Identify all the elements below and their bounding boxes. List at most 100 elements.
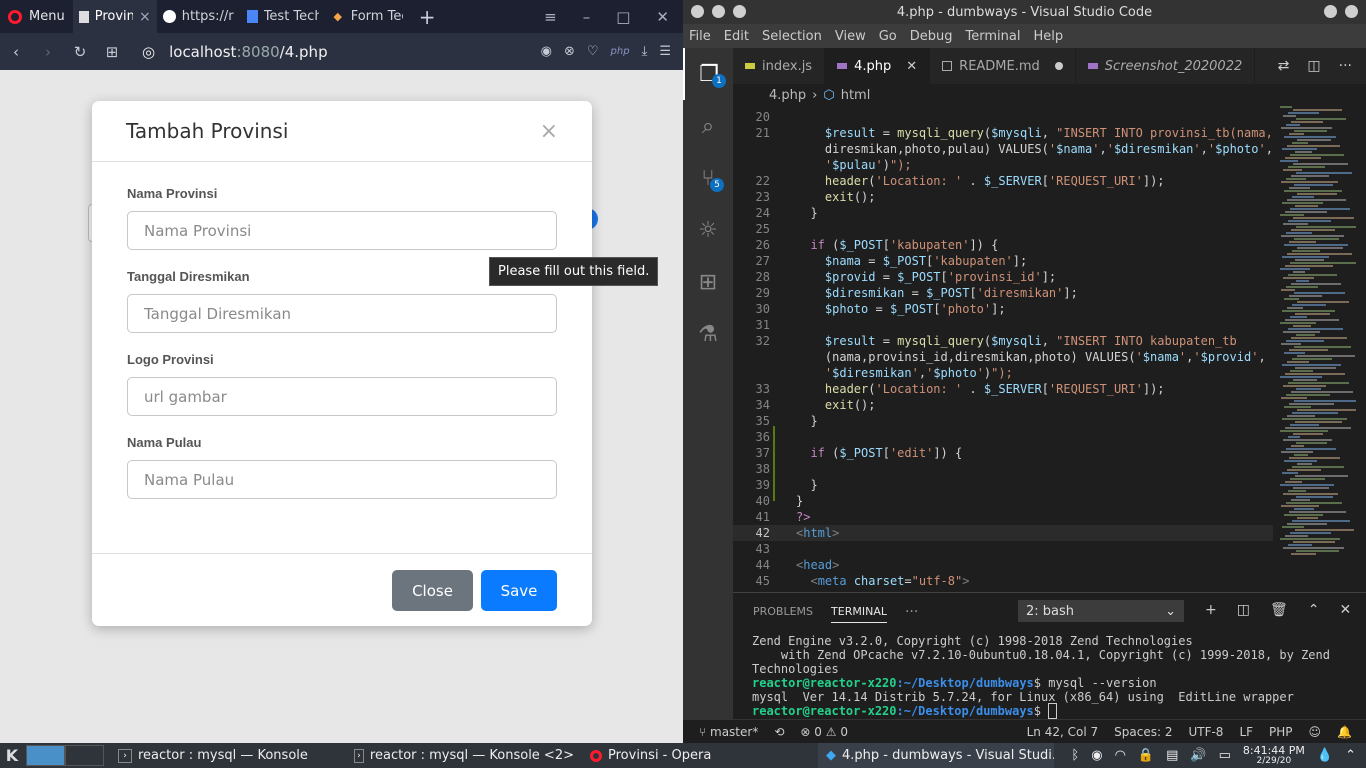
maximize-icon[interactable]: □ <box>616 8 630 26</box>
window-button-icon[interactable] <box>1345 5 1358 18</box>
browser-tab-github[interactable]: https://r <box>157 0 241 33</box>
language-mode[interactable]: PHP <box>1269 725 1293 739</box>
tab-screenshot[interactable]: Screenshot_2020022 <box>1076 48 1256 84</box>
menu-go[interactable]: Go <box>879 29 897 44</box>
clipboard-icon[interactable]: ▤ <box>1166 748 1178 763</box>
code-line[interactable]: 39 } <box>733 477 1273 493</box>
code-line[interactable]: 28 $provid = $_POST['provinsi_id']; <box>733 269 1273 285</box>
terminal-select[interactable]: 2: bash ⌄ <box>1018 600 1184 622</box>
panel-more-icon[interactable]: ··· <box>905 604 918 620</box>
source-control-icon[interactable]: ⑂ 5 <box>683 152 733 204</box>
minimap[interactable] <box>1280 106 1356 592</box>
breadcrumb-file[interactable]: 4.php <box>769 88 806 103</box>
lock-icon[interactable]: 🔒 <box>1138 748 1154 763</box>
code-line[interactable]: 38 <box>733 461 1273 477</box>
close-tab-icon[interactable]: × <box>139 9 151 25</box>
wifi-icon[interactable]: ◠ <box>1115 748 1126 763</box>
tab-index-js[interactable]: index.js <box>733 48 826 84</box>
maximize-panel-icon[interactable]: ⌃ <box>1308 602 1320 618</box>
indentation[interactable]: Spaces: 2 <box>1114 725 1172 739</box>
window-button-icon[interactable] <box>733 5 746 18</box>
end-of-line[interactable]: LF <box>1239 725 1253 739</box>
feedback-icon[interactable]: ☺ <box>1309 725 1322 739</box>
code-line[interactable]: 42 <html> <box>733 525 1273 541</box>
extensions-icon[interactable]: ⊞ <box>683 256 733 308</box>
desktop-1[interactable] <box>26 745 65 766</box>
browser-tab-form-tech[interactable]: ◆ Form Tech <box>325 0 409 33</box>
code-line[interactable]: 25 <box>733 221 1273 237</box>
camera-icon[interactable]: ◉ <box>541 44 552 59</box>
search-icon[interactable]: ⌕ <box>683 100 733 152</box>
notifications-bell-icon[interactable]: 🔔 <box>1337 725 1352 739</box>
code-line[interactable]: 23 exit(); <box>733 189 1273 205</box>
minimize-icon[interactable]: – <box>583 8 591 26</box>
code-line[interactable]: 29 $diresmikan = $_POST['diresmikan']; <box>733 285 1273 301</box>
tab-problems[interactable]: PROBLEMS <box>753 605 813 618</box>
code-line[interactable]: 22 header('Location: ' . $_SERVER['REQUE… <box>733 173 1273 189</box>
application-launcher-icon[interactable]: K <box>0 746 24 765</box>
browser-tab-provinsi[interactable]: Provinsi × <box>72 0 157 33</box>
task-opera[interactable]: Provinsi - Opera <box>582 743 818 768</box>
code-line[interactable]: 36 <box>733 429 1273 445</box>
code-line[interactable]: 45 <meta charset="utf-8"> <box>733 573 1273 589</box>
explorer-icon[interactable]: ❐ 1 <box>683 48 733 100</box>
clock[interactable]: 8:41:44 PM 2/29/20 <box>1243 745 1305 767</box>
menu-help[interactable]: Help <box>1033 29 1063 44</box>
task-konsole-2[interactable]: › reactor : mysql — Konsole <2> <box>346 743 582 768</box>
back-icon[interactable]: ‹ <box>0 43 32 61</box>
more-actions-icon[interactable]: ··· <box>1339 58 1352 74</box>
close-window-icon[interactable]: ✕ <box>656 8 669 26</box>
battery-icon[interactable]: ▭ <box>1219 748 1231 763</box>
code-line[interactable]: 30 $photo = $_POST['photo']; <box>733 301 1273 317</box>
branch-status[interactable]: ⑂ master* <box>699 725 758 739</box>
browser-tab-test-tech[interactable]: Test Tech <box>241 0 325 33</box>
save-button[interactable]: Save <box>481 570 557 611</box>
tab-4-php[interactable]: 4.php ✕ <box>825 48 931 84</box>
menu-terminal[interactable]: Terminal <box>966 29 1021 44</box>
tanggal-diresmikan-input[interactable]: Tanggal Diresmikan <box>127 294 557 333</box>
update-icon[interactable]: ◉ <box>1091 748 1102 763</box>
split-editor-icon[interactable]: ◫ <box>1307 58 1320 74</box>
code-line[interactable]: diresmikan,photo,pulau) VALUES('$nama','… <box>733 141 1273 157</box>
code-line[interactable]: 34 exit(); <box>733 397 1273 413</box>
code-line[interactable]: 33 header('Location: ' . $_SERVER['REQUE… <box>733 381 1273 397</box>
code-line[interactable]: '$pulau')"); <box>733 157 1273 173</box>
code-line[interactable]: 20 <box>733 109 1273 125</box>
droplet-icon[interactable]: 💧 <box>1317 748 1333 763</box>
new-terminal-icon[interactable]: + <box>1205 602 1217 618</box>
volume-icon[interactable]: 🔊 <box>1190 748 1206 763</box>
desktop-2[interactable] <box>65 745 104 766</box>
code-line[interactable]: 32 $result = mysqli_query($mysqli, "INSE… <box>733 333 1273 349</box>
download-icon[interactable]: ⤓ <box>642 44 648 59</box>
logo-provinsi-input[interactable]: url gambar <box>127 377 557 416</box>
speed-dial-icon[interactable]: ⊞ <box>96 43 128 61</box>
code-line[interactable]: 37 if ($_POST['edit']) { <box>733 445 1273 461</box>
forward-icon[interactable]: › <box>32 43 64 61</box>
code-line[interactable]: 43 <box>733 541 1273 557</box>
problems-status[interactable]: ⊗ 0 ⚠ 0 <box>800 725 848 739</box>
nama-provinsi-input[interactable]: Nama Provinsi <box>127 211 557 250</box>
code-line[interactable]: 21 $result = mysqli_query($mysqli, "INSE… <box>733 125 1273 141</box>
code-line[interactable]: '$diresmikan','$photo')"); <box>733 365 1273 381</box>
opera-menu-button[interactable]: Menu <box>0 0 73 33</box>
menu-edit[interactable]: Edit <box>724 29 749 44</box>
task-konsole-1[interactable]: › reactor : mysql — Konsole <box>110 743 346 768</box>
window-button-icon[interactable] <box>691 5 704 18</box>
tab-readme[interactable]: README.md <box>930 48 1076 84</box>
close-button[interactable]: Close <box>392 570 473 611</box>
reload-icon[interactable]: ↻ <box>64 43 96 61</box>
modal-close-icon[interactable]: × <box>540 119 558 144</box>
url-field[interactable]: ◎ localhost:8080/4.php <box>142 43 328 61</box>
task-vscode[interactable]: ◆ 4.php - dumbways - Visual Studi... <box>818 743 1054 768</box>
code-editor[interactable]: 20 21 $result = mysqli_query($mysqli, "IN… <box>733 106 1366 592</box>
code-line[interactable]: 40} <box>733 493 1273 509</box>
tray-expand-icon[interactable]: ⌃ <box>1345 748 1356 763</box>
php-extension-icon[interactable]: php <box>611 46 630 57</box>
menu-file[interactable]: File <box>689 29 711 44</box>
bluetooth-icon[interactable]: ᛒ <box>1071 748 1079 763</box>
code-line[interactable]: 24 } <box>733 205 1273 221</box>
code-line[interactable]: (nama,provinsi_id,diresmikan,photo) VALU… <box>733 349 1273 365</box>
code-line[interactable]: 27 $nama = $_POST['kabupaten']; <box>733 253 1273 269</box>
desktop-pager[interactable] <box>26 745 104 766</box>
tab-terminal[interactable]: TERMINAL <box>831 600 887 623</box>
